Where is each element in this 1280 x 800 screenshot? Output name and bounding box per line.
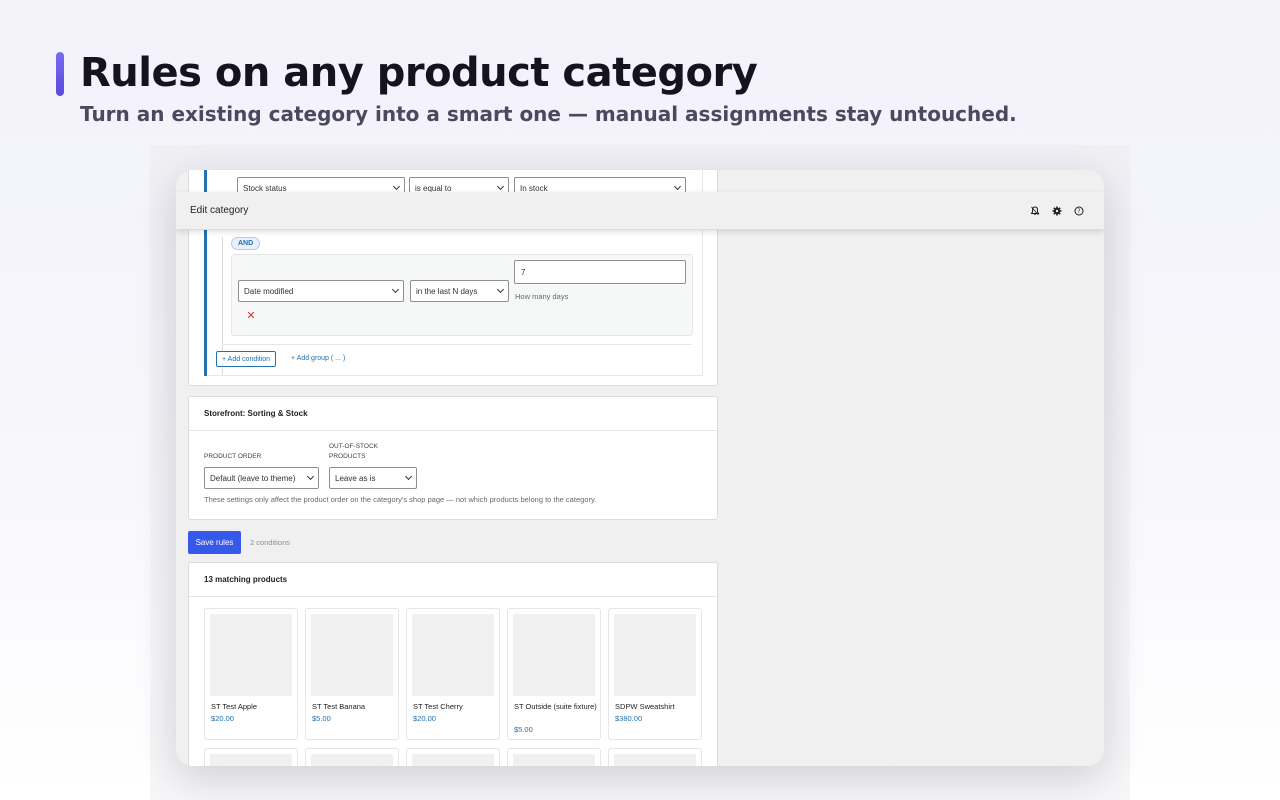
days-help-text: How many days [515,292,569,301]
page-title: Edit category [190,205,249,216]
condition-2-operator: in the last N days [416,286,478,296]
condition-2-operator-select[interactable]: in the last N days [410,280,509,302]
svg-text:?: ? [1077,208,1080,215]
oos-value: Leave as is [335,473,376,483]
chevron-down-icon [496,182,505,191]
product-card[interactable] [608,748,702,766]
help-icon[interactable]: ? [1068,200,1090,222]
hero-title: Rules on any product category [80,50,758,96]
product-card[interactable] [507,748,601,766]
chevron-down-icon [306,472,315,481]
product-name: ST Outside (suite fixture) [514,702,597,711]
conditions-count: 2 conditions [250,538,291,547]
condition-2-field-select[interactable]: Date modified [238,280,404,302]
days-input[interactable]: 7 [514,260,686,284]
product-price: $20.00 [211,714,234,723]
content-area: Stock status is equal to In stock AND Da… [176,170,1104,766]
product-image [311,614,393,696]
add-group-link[interactable]: + Add group ( ... ) [291,355,345,362]
chevron-down-icon [496,285,505,294]
and-connector: AND [231,237,261,250]
chevron-down-icon [392,182,401,191]
condition-2-field: Date modified [244,286,294,296]
storefront-card: Storefront: Sorting & Stock PRODUCT ORDE… [188,396,718,520]
product-image [412,614,494,696]
hero-subtitle: Turn an existing category into a smart o… [80,102,1017,126]
product-card[interactable]: ST Test Banana $5.00 [305,608,399,740]
product-order-select[interactable]: Default (leave to theme) [204,467,319,489]
editor-topbar: Edit category ? [176,192,1104,230]
save-rules-button[interactable]: Save rules [188,531,241,554]
storefront-note: These settings only affect the product o… [204,495,597,504]
product-image [614,754,696,766]
product-image [210,754,292,766]
chevron-down-icon [404,472,413,481]
product-image [614,614,696,696]
chevron-down-icon [673,182,682,191]
add-condition-button[interactable]: + Add condition [216,351,277,367]
oos-label-line2: PRODUCTS [329,453,366,460]
product-order-label: PRODUCT ORDER [204,453,262,460]
hero-accent-bar [56,52,64,96]
condition-2-row: Date modified in the last N days 7 How m… [231,254,693,336]
product-card[interactable]: ST Outside (suite fixture) $5.00 [507,608,601,740]
product-order-value: Default (leave to theme) [210,473,296,483]
product-price: $5.00 [514,725,533,734]
app-window: Stock status is equal to In stock AND Da… [176,170,1104,766]
chevron-down-icon [391,285,400,294]
bell-icon[interactable] [1024,200,1046,222]
product-image [210,614,292,696]
product-card[interactable]: ST Test Apple $20.00 [204,608,298,740]
product-image [513,614,595,696]
product-image [311,754,393,766]
product-image [412,754,494,766]
product-price: $380.00 [615,714,643,723]
product-card[interactable] [406,748,500,766]
product-price: $5.00 [312,714,331,723]
product-name: ST Test Cherry [413,702,463,711]
matches-card: 13 matching products ST Test Apple $20.0… [188,562,718,766]
product-card[interactable]: SDPW Sweatshirt $380.00 [608,608,702,740]
product-card[interactable]: ST Test Cherry $20.00 [406,608,500,740]
product-image [513,754,595,766]
gear-icon[interactable] [1046,200,1068,222]
oos-select[interactable]: Leave as is [329,467,417,489]
oos-label-line1: OUT-OF-STOCK [329,443,378,450]
days-value: 7 [521,267,526,277]
product-name: SDPW Sweatshirt [615,702,675,711]
group-footer-divider [222,344,692,345]
product-price: $20.00 [413,714,436,723]
product-card[interactable] [204,748,298,766]
remove-condition-icon[interactable]: ✕ [246,311,256,322]
product-name: ST Test Apple [211,702,258,711]
matches-heading: 13 matching products [189,563,717,597]
product-card[interactable] [305,748,399,766]
storefront-heading: Storefront: Sorting & Stock [189,397,717,431]
product-name: ST Test Banana [312,702,366,711]
